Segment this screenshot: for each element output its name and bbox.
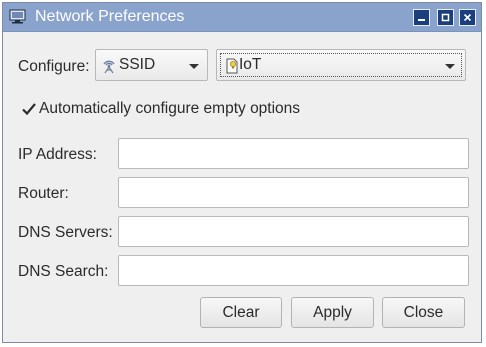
- router-input[interactable]: [118, 177, 469, 208]
- ip-address-input[interactable]: [118, 138, 469, 169]
- auto-configure-label[interactable]: Automatically configure empty options: [39, 100, 300, 118]
- configure-type-value: SSID: [119, 56, 156, 73]
- configure-target-select[interactable]: IoT: [216, 49, 466, 81]
- router-label: Router:: [18, 185, 69, 202]
- configure-label: Configure:: [18, 58, 90, 75]
- configure-target-value: IoT: [239, 56, 262, 73]
- auto-configure-checkbox[interactable]: [21, 101, 37, 117]
- clear-button[interactable]: Clear: [200, 297, 282, 328]
- maximize-icon: [441, 13, 450, 22]
- wifi-ssid-icon: [101, 58, 117, 74]
- ip-address-label: IP Address:: [18, 146, 97, 163]
- network-preferences-window: Network Preferences Configure: SSID IoT …: [2, 2, 482, 343]
- title-bar[interactable]: Network Preferences: [3, 3, 481, 32]
- chevron-down-icon: [445, 64, 455, 69]
- apply-button[interactable]: Apply: [291, 297, 374, 328]
- window-title: Network Preferences: [35, 8, 185, 25]
- dns-search-label: DNS Search:: [18, 263, 109, 280]
- close-window-button[interactable]: [459, 9, 476, 26]
- chevron-down-icon: [189, 64, 199, 69]
- minimize-icon: [418, 19, 425, 21]
- close-icon: [463, 13, 472, 22]
- bulb-icon: [225, 58, 239, 74]
- minimize-button[interactable]: [413, 9, 430, 26]
- dns-servers-input[interactable]: [118, 216, 469, 247]
- maximize-button[interactable]: [437, 9, 454, 26]
- dns-servers-label: DNS Servers:: [18, 224, 113, 241]
- network-settings-icon: [9, 9, 26, 24]
- dns-search-input[interactable]: [118, 255, 469, 286]
- checkmark-icon: [22, 103, 36, 116]
- configure-type-select[interactable]: SSID: [95, 49, 208, 81]
- close-button[interactable]: Close: [382, 297, 465, 328]
